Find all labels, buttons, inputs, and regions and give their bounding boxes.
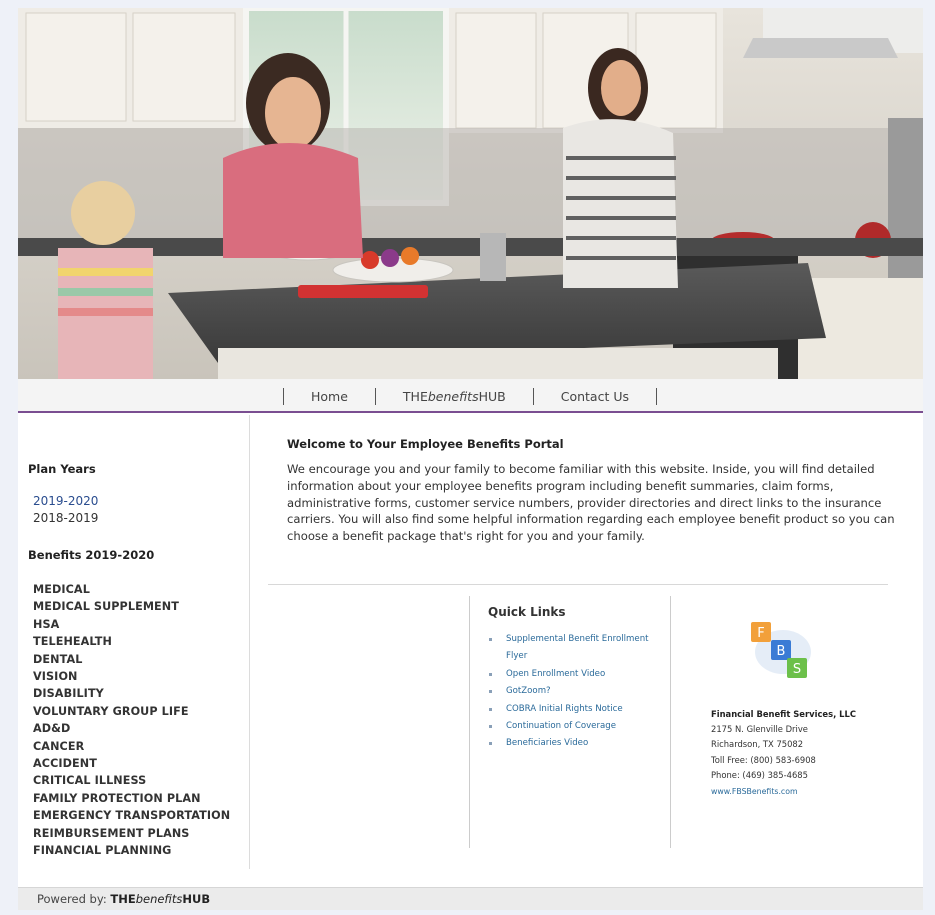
benefit-link-voluntary-group-life[interactable]: VOLUNTARY GROUP LIFE bbox=[33, 705, 189, 718]
benefit-link-critical-illness[interactable]: CRITICAL ILLNESS bbox=[33, 774, 146, 787]
logo-letter-s: S bbox=[793, 662, 801, 677]
quick-link-gotzoom[interactable]: GotZoom? bbox=[506, 686, 551, 696]
nav-hub-post: HUB bbox=[478, 388, 506, 404]
nav-separator bbox=[656, 387, 657, 405]
fbs-logo-icon: F B S bbox=[751, 622, 811, 678]
contact-info: Financial Benefit Services, LLC 2175 N. … bbox=[711, 706, 901, 799]
quick-link-beneficiaries-video[interactable]: Beneficiaries Video bbox=[506, 738, 588, 748]
nav-links: Home THEbenefitsHUB Contact Us bbox=[283, 386, 657, 406]
quick-link-item: COBRA Initial Rights Notice bbox=[488, 701, 668, 718]
column-divider bbox=[670, 596, 671, 848]
footer-brand-post: HUB bbox=[182, 892, 211, 906]
benefit-link-reimbursement-plans[interactable]: REIMBURSEMENT PLANS bbox=[33, 827, 189, 840]
benefit-item: DISABILITY bbox=[33, 685, 230, 702]
benefit-item: HSA bbox=[33, 616, 230, 633]
benefit-link-accident[interactable]: ACCIDENT bbox=[33, 757, 97, 770]
quick-link-cobra-notice[interactable]: COBRA Initial Rights Notice bbox=[506, 704, 623, 714]
plan-year-item: 2019-2020 bbox=[33, 493, 98, 510]
nav-home-label: Home bbox=[311, 388, 348, 404]
benefit-link-medical-supplement[interactable]: MEDICAL SUPPLEMENT bbox=[33, 600, 179, 613]
plan-year-link-2019-2020[interactable]: 2019-2020 bbox=[33, 494, 98, 508]
benefit-item: TELEHEALTH bbox=[33, 633, 230, 650]
benefit-item: CANCER bbox=[33, 738, 230, 755]
benefit-link-hsa[interactable]: HSA bbox=[33, 618, 59, 631]
powered-by: Powered by: THEbenefitsHUB bbox=[37, 892, 210, 906]
plan-years-heading: Plan Years bbox=[28, 462, 96, 476]
footer-brand: THEbenefitsHUB bbox=[110, 892, 210, 906]
quick-link-item: Open Enrollment Video bbox=[488, 666, 668, 683]
benefit-item: MEDICAL SUPPLEMENT bbox=[33, 598, 230, 615]
quick-links-list: Supplemental Benefit Enrollment Flyer Op… bbox=[488, 631, 668, 753]
footer-brand-pre: THE bbox=[110, 892, 136, 906]
benefits-heading: Benefits 2019-2020 bbox=[28, 548, 155, 562]
sidebar: Plan Years 2019-2020 2018-2019 Benefits … bbox=[18, 415, 250, 869]
benefit-item: FINANCIAL PLANNING bbox=[33, 842, 230, 859]
benefit-link-vision[interactable]: VISION bbox=[33, 670, 78, 683]
quick-link-item: Supplemental Benefit Enrollment Flyer bbox=[488, 631, 668, 666]
nav-home-link[interactable]: Home bbox=[284, 389, 375, 404]
quick-link-item: Continuation of Coverage bbox=[488, 718, 668, 735]
nav-contact-label: Contact Us bbox=[560, 388, 629, 404]
section-divider bbox=[268, 584, 888, 585]
welcome-section: Welcome to Your Employee Benefits Portal… bbox=[287, 437, 897, 545]
hero-banner-image bbox=[18, 8, 923, 379]
page-frame: Home THEbenefitsHUB Contact Us Plan Year… bbox=[18, 8, 923, 910]
top-nav: Home THEbenefitsHUB Contact Us bbox=[18, 379, 923, 413]
plan-year-item: 2018-2019 bbox=[33, 510, 98, 527]
website-link[interactable]: www.FBSBenefits.com bbox=[711, 784, 901, 799]
benefit-item: CRITICAL ILLNESS bbox=[33, 772, 230, 789]
address-line-2: Richardson, TX 75082 bbox=[711, 739, 804, 750]
benefit-item: EMERGENCY TRANSPORTATION bbox=[33, 807, 230, 824]
benefit-link-cancer[interactable]: CANCER bbox=[33, 740, 84, 753]
benefit-item: FAMILY PROTECTION PLAN bbox=[33, 790, 230, 807]
company-name: Financial Benefit Services, LLC bbox=[711, 709, 856, 719]
plan-years-list: 2019-2020 2018-2019 bbox=[33, 493, 98, 527]
nav-hub-em: benefits bbox=[427, 388, 479, 404]
benefit-link-ad-and-d[interactable]: AD&D bbox=[33, 722, 70, 735]
address-line-1: 2175 N. Glenville Drive bbox=[711, 724, 808, 734]
quick-link-supplemental-flyer[interactable]: Supplemental Benefit Enrollment Flyer bbox=[506, 634, 649, 661]
welcome-title: Welcome to Your Employee Benefits Portal bbox=[287, 437, 564, 451]
quick-link-open-enrollment-video[interactable]: Open Enrollment Video bbox=[506, 669, 605, 679]
benefit-link-financial-planning[interactable]: FINANCIAL PLANNING bbox=[33, 844, 171, 857]
phone-number: Phone: (469) 385-4685 bbox=[711, 770, 808, 781]
footer: Powered by: THEbenefitsHUB bbox=[18, 887, 923, 910]
nav-hub-pre: THE bbox=[402, 388, 428, 404]
quick-link-item: GotZoom? bbox=[488, 683, 668, 700]
welcome-body: We encourage you and your family to beco… bbox=[287, 462, 895, 544]
benefits-list: MEDICAL MEDICAL SUPPLEMENT HSA TELEHEALT… bbox=[33, 581, 230, 860]
logo-letter-f: F bbox=[757, 626, 764, 641]
benefit-link-medical[interactable]: MEDICAL bbox=[33, 583, 90, 596]
logo-letter-b: B bbox=[777, 644, 786, 659]
toll-free-number: Toll Free: (800) 583-6908 bbox=[711, 754, 816, 765]
footer-brand-em: benefits bbox=[135, 892, 183, 906]
kitchen-family-photo bbox=[18, 8, 923, 379]
benefit-link-dental[interactable]: DENTAL bbox=[33, 653, 82, 666]
benefit-item: VISION bbox=[33, 668, 230, 685]
plan-year-link-2018-2019[interactable]: 2018-2019 bbox=[33, 511, 98, 525]
powered-by-label: Powered by: bbox=[37, 892, 107, 906]
benefit-link-family-protection-plan[interactable]: FAMILY PROTECTION PLAN bbox=[33, 792, 201, 805]
column-divider bbox=[469, 596, 470, 848]
benefit-link-telehealth[interactable]: TELEHEALTH bbox=[33, 635, 112, 648]
nav-benefitshub-link[interactable]: THEbenefitsHUB bbox=[376, 389, 533, 404]
benefit-item: REIMBURSEMENT PLANS bbox=[33, 825, 230, 842]
benefit-item: ACCIDENT bbox=[33, 755, 230, 772]
quick-links-heading: Quick Links bbox=[488, 605, 566, 619]
quick-link-continuation-coverage[interactable]: Continuation of Coverage bbox=[506, 721, 616, 731]
nav-contact-link[interactable]: Contact Us bbox=[534, 389, 656, 404]
benefit-item: DENTAL bbox=[33, 651, 230, 668]
quick-link-item: Beneficiaries Video bbox=[488, 735, 668, 752]
benefit-item: VOLUNTARY GROUP LIFE bbox=[33, 703, 230, 720]
benefit-link-disability[interactable]: DISABILITY bbox=[33, 687, 104, 700]
benefit-item: AD&D bbox=[33, 720, 230, 737]
benefit-link-emergency-transportation[interactable]: EMERGENCY TRANSPORTATION bbox=[33, 809, 230, 822]
benefit-item: MEDICAL bbox=[33, 581, 230, 598]
quick-links-panel: Quick Links Supplemental Benefit Enrollm… bbox=[488, 605, 668, 753]
